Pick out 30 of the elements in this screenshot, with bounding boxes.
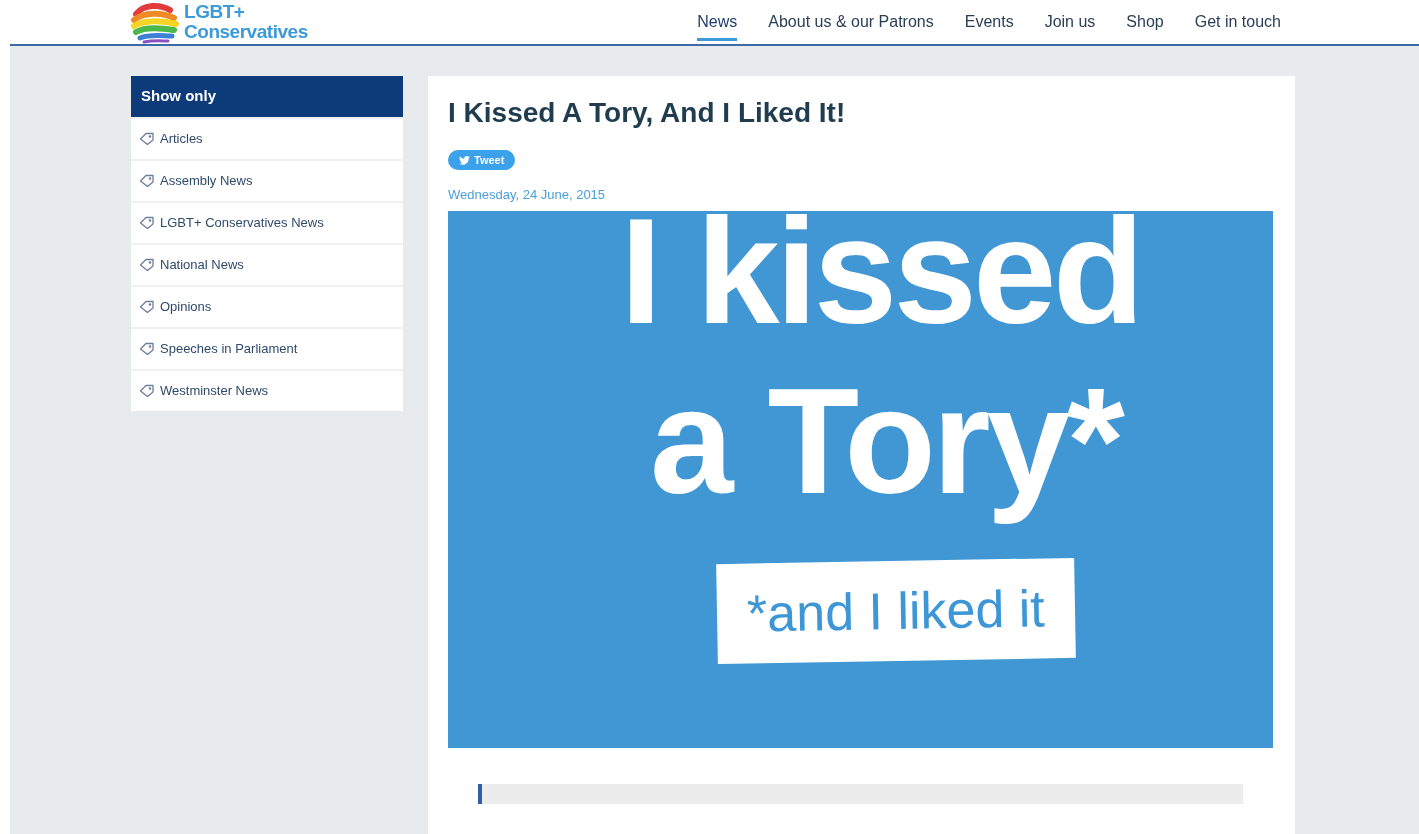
logo-text: Conservatives [184,22,308,42]
nav-link[interactable]: News [697,3,738,41]
tag-icon [139,174,155,188]
nav-link[interactable]: Get in touch [1194,3,1281,41]
category-filter[interactable]: LGBT+ Conservatives News [131,201,403,243]
logo-text: LGBT+ [184,2,246,22]
nav-link[interactable]: Events [964,3,1014,41]
bird-icon [459,155,470,165]
tag-icon [139,258,155,272]
article-date: Wednesday, 24 June, 2015 [448,186,607,204]
category-filter[interactable]: Opinions [131,285,403,327]
tag-icon [139,384,155,398]
tag-icon [139,132,155,146]
logo-icon [130,0,180,44]
nav-link[interactable]: About us & our Patrons [768,3,934,41]
image-headline: I kissed [620,210,1141,341]
category-filter[interactable]: Westminster News [131,369,403,411]
sidebar-heading: Show only [131,76,403,117]
nav-link[interactable]: Join us [1044,3,1096,41]
nav-link[interactable]: Shop [1126,3,1164,41]
image-headline: a Tory* [649,355,1122,527]
category-filter[interactable]: Speeches in Parliament [131,327,403,369]
image-label: *and I liked it [715,557,1076,664]
category-filter[interactable]: Assembly News [131,159,403,201]
category-filter[interactable]: Articles [131,117,403,159]
tag-icon [139,216,155,230]
article-title: I Kissed A Tory, And I Liked It! [448,96,847,130]
tag-icon [139,300,155,314]
category-filter[interactable]: National News [131,243,403,285]
tag-icon [139,342,155,356]
